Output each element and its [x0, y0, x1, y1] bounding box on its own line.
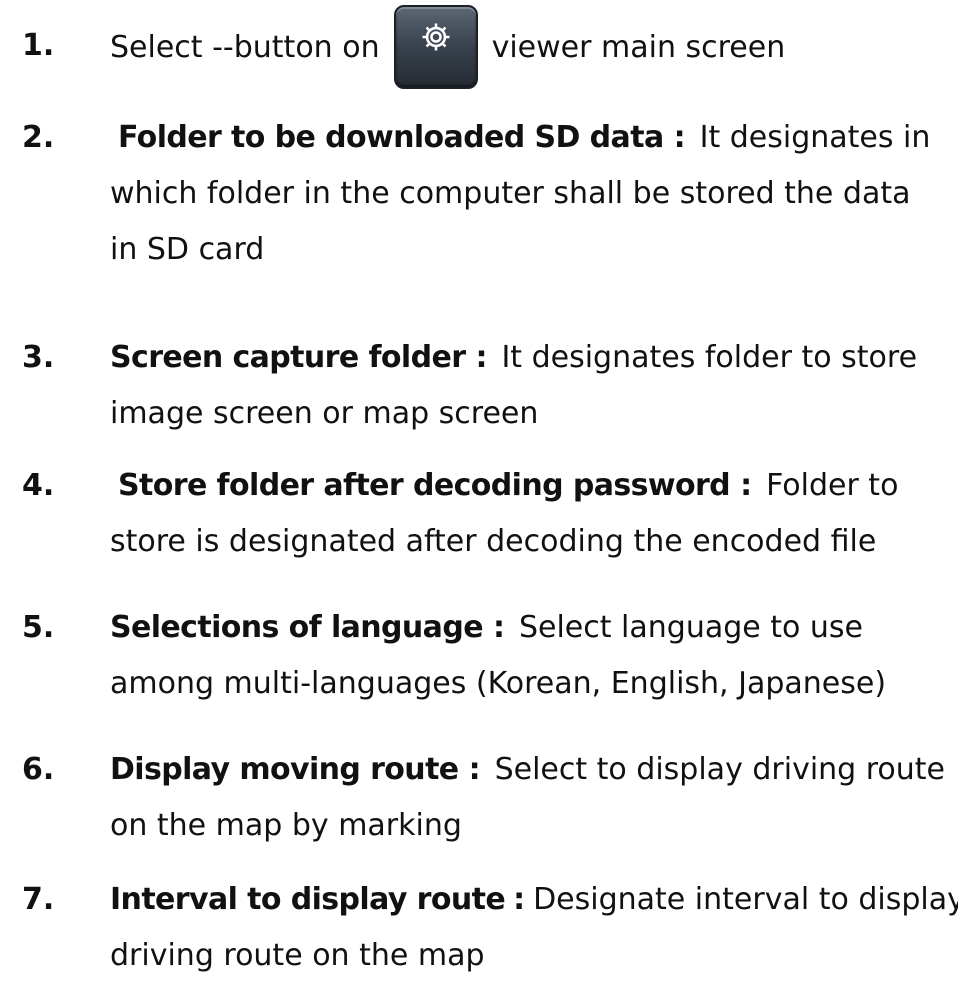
step-term: Screen capture folder — [110, 340, 466, 375]
step-separator: : — [468, 752, 481, 787]
step-number: 1. — [22, 28, 55, 63]
instruction-page: 1. Select --button on viewer main screen… — [0, 0, 958, 986]
step-6-line-1: Display moving route: Select to display d… — [110, 742, 950, 798]
step-number: 5. — [22, 610, 55, 645]
settings-button[interactable] — [393, 5, 478, 89]
step-7-line-1: Interval to display route: Designate inte… — [110, 872, 958, 928]
step-5-line-1: Selections of language: Select language t… — [110, 600, 950, 656]
step-5-line-2: among multi-languages (Korean, English, … — [110, 666, 887, 701]
step-1-text: Select --button on viewer main screen — [110, 4, 785, 90]
step-term: Interval to display route — [110, 882, 506, 917]
step-7-line-2: driving route on the map — [110, 938, 485, 973]
step-term: Folder to be downloaded SD data — [118, 120, 664, 155]
step-2-line-3: in SD card — [110, 232, 265, 267]
step-3-line-1: Screen capture folder: It designates fold… — [110, 330, 950, 386]
step-description: Select language to use — [518, 610, 864, 645]
step-4-line-1: Store folder after decoding password: Fol… — [110, 458, 950, 514]
step-term: Selections of language — [110, 610, 484, 645]
step-2-text: Folder to be downloaded SD data: It desig… — [110, 110, 950, 278]
gear-icon — [422, 23, 450, 51]
step-1-after-text: viewer main screen — [491, 29, 786, 65]
step-description: Select to display driving route — [494, 752, 946, 787]
step-5-text: Selections of language: Select language t… — [110, 600, 950, 712]
step-4-line-2: store is designated after decoding the e… — [110, 524, 877, 559]
step-number: 7. — [22, 882, 55, 917]
step-number: 3. — [22, 340, 55, 375]
step-term: Display moving route — [110, 752, 459, 787]
step-6-text: Display moving route: Select to display d… — [110, 742, 950, 854]
step-description: Designate interval to display — [533, 882, 958, 917]
step-number: 2. — [22, 120, 55, 155]
step-description: It designates in — [699, 120, 931, 155]
step-number: 6. — [22, 752, 55, 787]
step-3-text: Screen capture folder: It designates fold… — [110, 330, 950, 442]
step-separator: : — [492, 610, 505, 645]
step-separator: : — [475, 340, 488, 375]
step-separator: : — [673, 120, 686, 155]
step-1-before-text: Select --button on — [110, 29, 380, 65]
step-4-text: Store folder after decoding password: Fol… — [110, 458, 950, 570]
step-3-line-2: image screen or map screen — [110, 396, 539, 431]
step-6-line-2: on the map by marking — [110, 808, 462, 843]
step-separator: : — [740, 468, 753, 503]
step-7-text: Interval to display route: Designate inte… — [110, 872, 958, 984]
step-term: Store folder after decoding password — [118, 468, 731, 503]
step-description: It designates folder to store — [501, 340, 918, 375]
step-separator: : — [513, 882, 526, 917]
step-2-line-1: Folder to be downloaded SD data: It desig… — [110, 110, 950, 166]
step-number: 4. — [22, 468, 55, 503]
step-2-line-2: which folder in the computer shall be st… — [110, 176, 911, 211]
step-description: Folder to — [766, 468, 899, 503]
